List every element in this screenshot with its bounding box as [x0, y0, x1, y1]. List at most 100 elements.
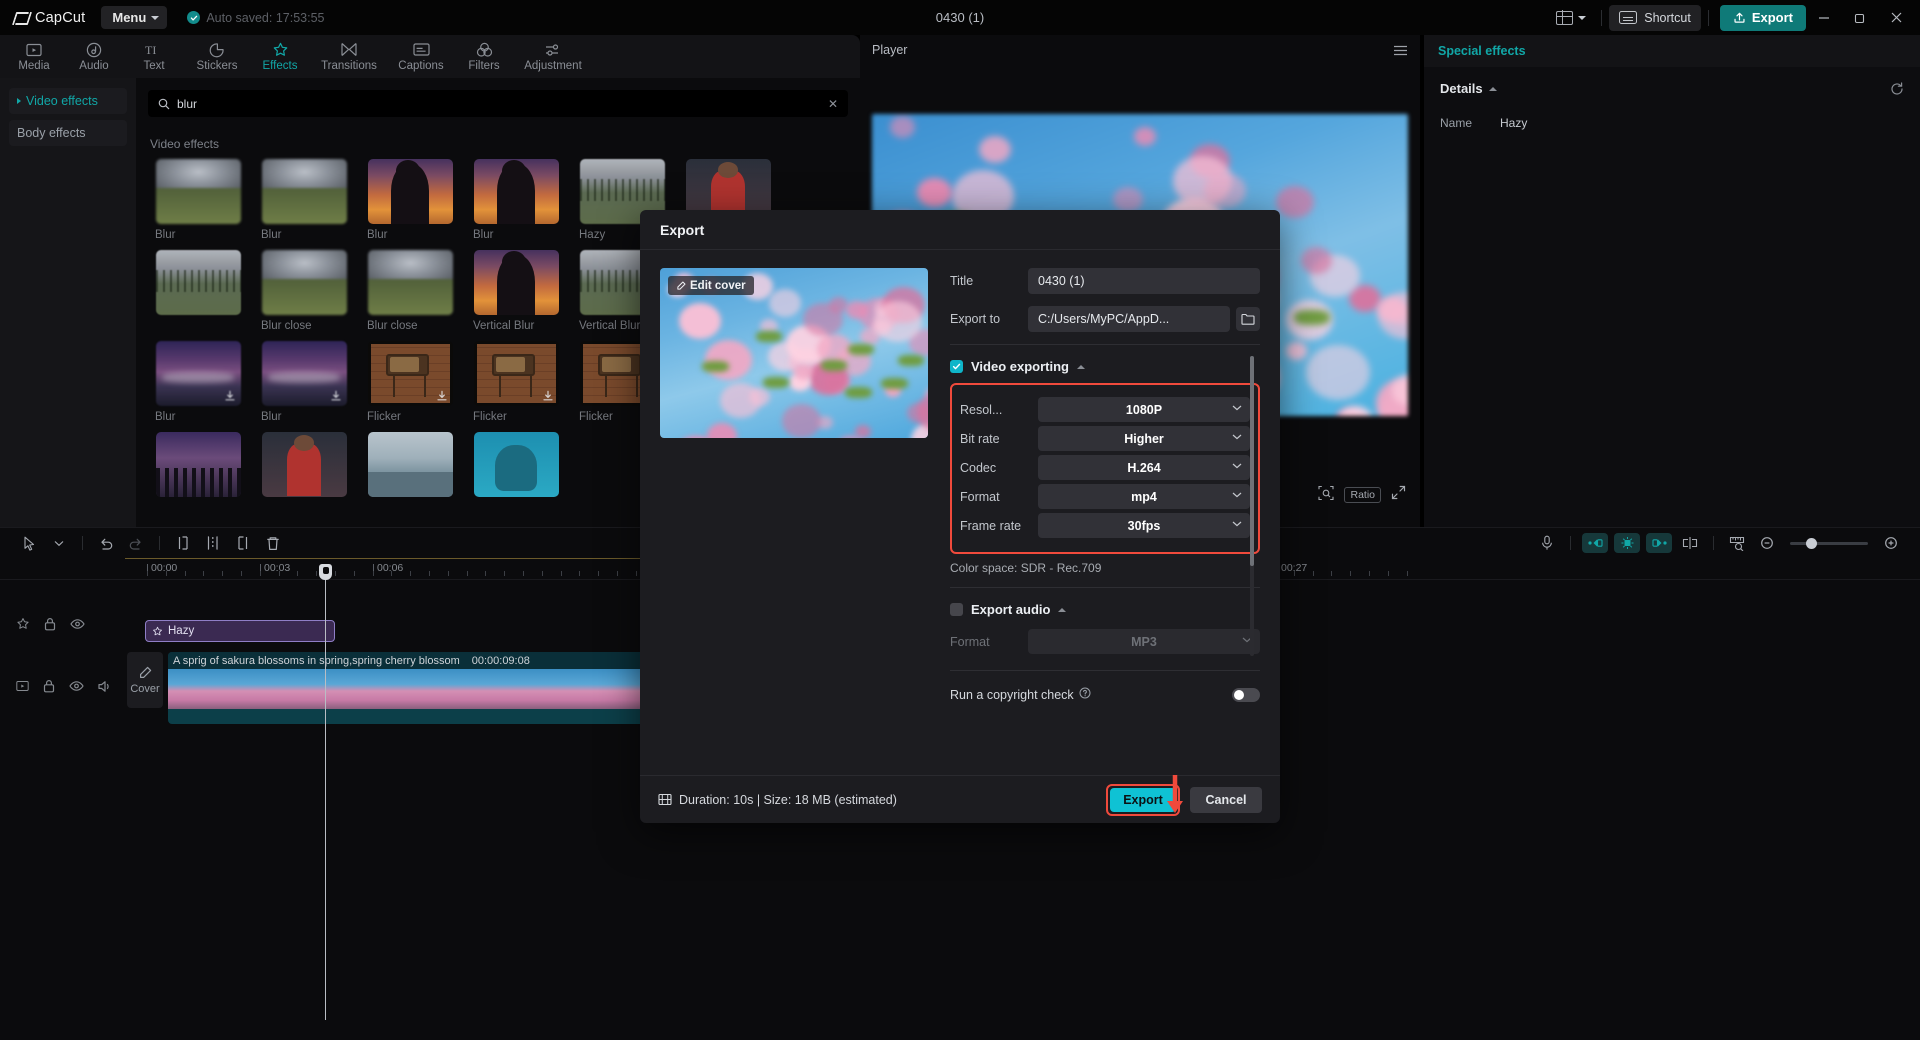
dialog-scrollbar-thumb[interactable] — [1250, 356, 1254, 566]
download-icon[interactable] — [224, 390, 236, 402]
tab-captions[interactable]: Captions — [388, 35, 454, 78]
export-top-button[interactable]: Export — [1720, 5, 1806, 31]
undo-button[interactable] — [91, 530, 121, 556]
zoom-slider-handle[interactable] — [1806, 538, 1817, 549]
export-path-field[interactable]: C:/Users/MyPC/AppD... — [1028, 306, 1230, 332]
effect-item[interactable] — [253, 432, 355, 502]
effect-item[interactable]: Vertical Blur — [465, 250, 567, 332]
effect-item[interactable] — [359, 432, 461, 502]
select-tool-button[interactable] — [14, 530, 44, 556]
effect-item[interactable]: Blur — [147, 341, 249, 423]
split-left-button[interactable] — [168, 530, 198, 556]
playhead[interactable] — [325, 580, 326, 1020]
download-icon[interactable] — [436, 390, 448, 402]
video-exporting-row[interactable]: Video exporting — [950, 359, 1260, 374]
layout-button[interactable] — [1548, 4, 1594, 32]
redo-button[interactable] — [121, 530, 151, 556]
keyframe-next-button[interactable] — [1646, 533, 1672, 553]
tab-filters[interactable]: Filters — [454, 35, 514, 78]
effect-item[interactable]: Blur — [147, 159, 249, 241]
download-icon[interactable] — [330, 390, 342, 402]
select-tool-dropdown[interactable] — [44, 530, 74, 556]
delete-button[interactable] — [258, 530, 288, 556]
sidebar-item-body-effects[interactable]: Body effects — [9, 120, 127, 146]
title-field[interactable]: 0430 (1) — [1028, 268, 1260, 294]
ratio-button[interactable]: Ratio — [1344, 487, 1381, 503]
framerate-select[interactable]: 30fps — [1038, 513, 1250, 538]
tab-stickers[interactable]: Stickers — [184, 35, 250, 78]
split-right-button[interactable] — [228, 530, 258, 556]
effect-item[interactable]: Blur close — [359, 250, 461, 332]
split-button[interactable] — [198, 530, 228, 556]
audio-icon — [86, 41, 102, 58]
effect-item[interactable] — [147, 250, 249, 332]
mirror-button[interactable] — [1675, 530, 1705, 556]
effect-item[interactable] — [147, 432, 249, 502]
export-audio-label: Export audio — [971, 602, 1050, 617]
export-audio-row[interactable]: Export audio — [950, 602, 1260, 617]
microphone-button[interactable] — [1532, 530, 1562, 556]
close-button[interactable] — [1878, 0, 1914, 35]
cancel-button[interactable]: Cancel — [1190, 787, 1262, 813]
playhead-handle[interactable] — [319, 564, 332, 580]
video-exporting-checkbox[interactable] — [950, 360, 963, 373]
browse-folder-button[interactable] — [1236, 307, 1260, 331]
download-icon[interactable] — [542, 390, 554, 402]
ruler-tick — [147, 571, 148, 576]
player-header: Player — [860, 35, 1420, 65]
ruler-button[interactable] — [1722, 530, 1752, 556]
menu-button[interactable]: Menu — [101, 6, 167, 29]
shortcut-button[interactable]: Shortcut — [1609, 5, 1701, 31]
tab-adjustment[interactable]: Adjustment — [514, 35, 592, 78]
magnifier-icon[interactable] — [1318, 485, 1334, 506]
details-section-header[interactable]: Details — [1440, 81, 1904, 96]
codec-select[interactable]: H.264 — [1038, 455, 1250, 480]
edit-pencil-icon — [138, 666, 152, 680]
resolution-select[interactable]: 1080P — [1038, 397, 1250, 422]
effect-item[interactable]: Blur — [465, 159, 567, 241]
brand-label: CapCut — [35, 10, 85, 26]
tab-transitions-label: Transitions — [321, 60, 377, 72]
search-input[interactable]: blur ✕ — [148, 90, 848, 117]
sidebar-item-video-effects[interactable]: Video effects — [9, 88, 127, 114]
tab-effects[interactable]: Effects — [250, 35, 310, 78]
zoom-slider[interactable] — [1790, 542, 1868, 545]
effect-item[interactable]: Flicker — [465, 341, 567, 423]
tab-audio[interactable]: Audio — [64, 35, 124, 78]
media-icon — [26, 41, 42, 58]
effect-item[interactable]: Blur — [359, 159, 461, 241]
export-audio-checkbox[interactable] — [950, 603, 963, 616]
effect-clip-hazy[interactable]: Hazy — [145, 620, 335, 642]
fullscreen-icon[interactable] — [1391, 485, 1406, 505]
leaf-shape — [1294, 310, 1330, 325]
chevron-up-icon — [1489, 87, 1497, 91]
ruler-tick — [1331, 571, 1332, 576]
tab-text[interactable]: TI Text — [124, 35, 184, 78]
cover-button[interactable]: Cover — [127, 652, 163, 708]
format-select[interactable]: mp4 — [1038, 484, 1250, 509]
format-row: Format mp4 — [960, 484, 1250, 509]
effect-item[interactable]: Flicker — [359, 341, 461, 423]
effect-item[interactable] — [465, 432, 567, 502]
edit-cover-button[interactable]: Edit cover — [668, 276, 754, 295]
reset-icon[interactable] — [1890, 82, 1904, 96]
minimize-button[interactable] — [1806, 0, 1842, 35]
zoom-in-button[interactable] — [1876, 530, 1906, 556]
hamburger-icon[interactable] — [1393, 45, 1408, 56]
tab-media[interactable]: Media — [4, 35, 64, 78]
effect-label: Blur — [147, 406, 249, 423]
maximize-button[interactable] — [1842, 0, 1878, 35]
effect-item[interactable]: Blur — [253, 159, 355, 241]
ruler-tick — [598, 571, 599, 576]
tab-transitions[interactable]: Transitions — [310, 35, 388, 78]
codec-value: H.264 — [1127, 461, 1160, 475]
help-icon[interactable] — [1079, 687, 1091, 702]
bitrate-select[interactable]: Higher — [1038, 426, 1250, 451]
keyframe-prev-button[interactable] — [1582, 533, 1608, 553]
zoom-out-button[interactable] — [1752, 530, 1782, 556]
clear-search-icon[interactable]: ✕ — [828, 97, 838, 111]
effect-item[interactable]: Blur close — [253, 250, 355, 332]
effect-item[interactable]: Blur — [253, 341, 355, 423]
keyframe-add-button[interactable] — [1614, 533, 1640, 553]
copyright-toggle[interactable] — [1232, 688, 1260, 702]
